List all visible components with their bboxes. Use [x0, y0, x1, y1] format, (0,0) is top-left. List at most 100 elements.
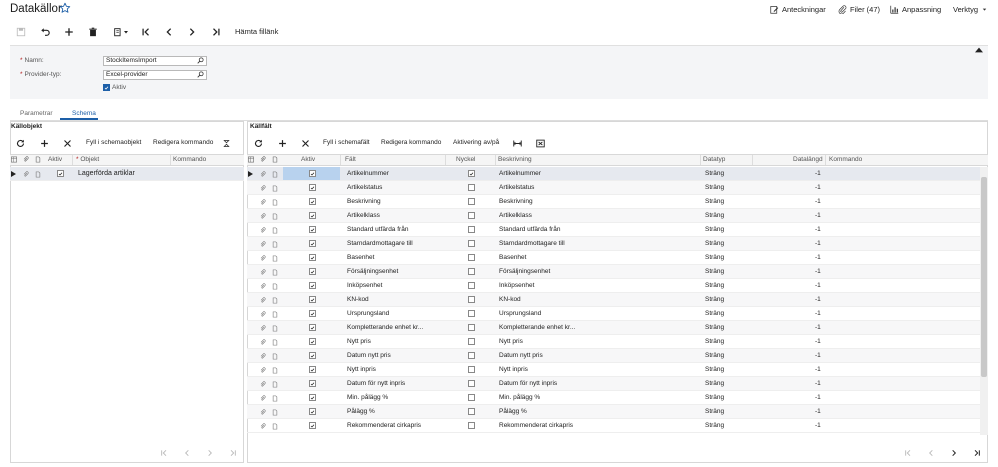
- notes-link[interactable]: Anteckningar: [770, 5, 826, 14]
- last-record-button[interactable]: [206, 24, 226, 40]
- row-key-checkbox[interactable]: [468, 380, 475, 387]
- row-active-checkbox[interactable]: [309, 170, 316, 177]
- note-icon[interactable]: [272, 283, 278, 290]
- fit-columns-button[interactable]: [512, 138, 522, 148]
- table-row[interactable]: Min. pålägg % Min. pålägg % Sträng -1: [247, 391, 980, 405]
- row-datatype[interactable]: Sträng: [705, 408, 724, 415]
- search-icon[interactable]: [197, 71, 204, 78]
- col-command[interactable]: Kommando: [829, 156, 862, 163]
- row-description[interactable]: Nytt pris: [499, 338, 523, 345]
- row-description[interactable]: Standard utfärda från: [499, 226, 560, 233]
- row-description[interactable]: Min. pålägg %: [499, 394, 540, 401]
- attachment-icon[interactable]: [260, 269, 266, 276]
- row-length[interactable]: -1: [815, 352, 821, 359]
- row-field[interactable]: Pålägg %: [347, 408, 375, 415]
- row-field[interactable]: Starndardmottagare till: [347, 240, 413, 247]
- row-datatype[interactable]: Sträng: [705, 170, 724, 177]
- row-active-checkbox[interactable]: [309, 408, 316, 415]
- first-record-button[interactable]: [136, 24, 156, 40]
- attachment-icon[interactable]: [260, 241, 266, 248]
- row-key-checkbox[interactable]: [468, 296, 475, 303]
- tab-schema[interactable]: Schema: [72, 110, 96, 117]
- row-field[interactable]: Standard utfärda från: [347, 226, 408, 233]
- row-key-checkbox[interactable]: [468, 198, 475, 205]
- toggle-activation-button[interactable]: Aktivering av/på: [453, 139, 499, 146]
- note-icon[interactable]: [272, 241, 278, 248]
- row-key-checkbox[interactable]: [468, 338, 475, 345]
- fetch-file-link-button[interactable]: Hämta fillänk: [235, 27, 278, 36]
- table-row[interactable]: Inköpsenhet Inköpsenhet Sträng -1: [247, 279, 980, 293]
- row-length[interactable]: -1: [815, 282, 821, 289]
- row-object[interactable]: Lagerförda artiklar: [78, 170, 135, 177]
- row-field[interactable]: Artikelnummer: [347, 170, 389, 177]
- row-key-checkbox[interactable]: [468, 240, 475, 247]
- last-page-button[interactable]: [227, 447, 239, 459]
- row-length[interactable]: -1: [815, 184, 821, 191]
- scrollbar-thumb[interactable]: [981, 177, 987, 377]
- note-icon[interactable]: [272, 171, 278, 178]
- delete-button[interactable]: [83, 24, 103, 40]
- row-description[interactable]: Kompletterande enhet kr...: [499, 324, 575, 331]
- row-field[interactable]: Ursprungsland: [347, 310, 389, 317]
- table-row[interactable]: Beskrivning Beskrivning Sträng -1: [247, 195, 980, 209]
- row-key-checkbox[interactable]: [468, 282, 475, 289]
- table-row[interactable]: Datum för nytt inpris Datum för nytt inpr…: [247, 377, 980, 391]
- attachment-icon[interactable]: [260, 199, 266, 206]
- row-active-checkbox[interactable]: [309, 310, 316, 317]
- row-datatype[interactable]: Sträng: [705, 310, 724, 317]
- undo-button[interactable]: [35, 24, 55, 40]
- table-row[interactable]: Artikelnummer Artikelnummer Sträng -1: [247, 167, 980, 181]
- row-description[interactable]: Rekommenderat cirkapris: [499, 422, 573, 429]
- row-active-checkbox[interactable]: [309, 380, 316, 387]
- row-datatype[interactable]: Sträng: [705, 184, 724, 191]
- row-description[interactable]: Basenhet: [499, 254, 526, 261]
- row-key-checkbox[interactable]: [468, 366, 475, 373]
- row-key-checkbox[interactable]: [468, 394, 475, 401]
- first-page-button[interactable]: [158, 447, 170, 459]
- collapse-icon[interactable]: [975, 47, 983, 53]
- table-row[interactable]: Nytt inpris Nytt inpris Sträng -1: [247, 363, 980, 377]
- row-key-checkbox[interactable]: [468, 254, 475, 261]
- row-key-checkbox[interactable]: [468, 324, 475, 331]
- row-description[interactable]: Ursprungsland: [499, 310, 541, 317]
- row-active-checkbox[interactable]: [309, 198, 316, 205]
- row-datatype[interactable]: Sträng: [705, 296, 724, 303]
- grid-settings-icon[interactable]: [11, 156, 17, 163]
- row-active-checkbox[interactable]: [309, 324, 316, 331]
- attachment-icon[interactable]: [260, 255, 266, 262]
- row-active-checkbox[interactable]: [309, 394, 316, 401]
- note-icon[interactable]: [272, 409, 278, 416]
- attachment-icon[interactable]: [260, 367, 266, 374]
- col-active[interactable]: Aktiv: [301, 156, 315, 163]
- next-record-button[interactable]: [182, 24, 202, 40]
- provider-type-input[interactable]: Excel-provider: [103, 70, 207, 80]
- row-field[interactable]: Nytt pris: [347, 338, 371, 345]
- row-datatype[interactable]: Sträng: [705, 380, 724, 387]
- attachment-icon[interactable]: [260, 297, 266, 304]
- col-key[interactable]: Nyckel: [456, 156, 476, 163]
- first-page-button[interactable]: [902, 447, 914, 459]
- row-description[interactable]: Nytt inpris: [499, 366, 528, 373]
- search-icon[interactable]: [197, 57, 204, 64]
- attachment-icon[interactable]: [260, 171, 266, 178]
- row-datatype[interactable]: Sträng: [705, 240, 724, 247]
- export-excel-button[interactable]: [535, 138, 545, 148]
- note-icon[interactable]: [272, 255, 278, 262]
- table-row[interactable]: Basenhet Basenhet Sträng -1: [247, 251, 980, 265]
- row-field[interactable]: Datum för nytt inpris: [347, 380, 405, 387]
- row-key-checkbox[interactable]: [468, 408, 475, 415]
- attachment-icon[interactable]: [260, 339, 266, 346]
- row-active-checkbox[interactable]: [309, 352, 316, 359]
- row-active-checkbox[interactable]: [309, 282, 316, 289]
- row-length[interactable]: -1: [815, 268, 821, 275]
- row-description[interactable]: Artikelnummer: [499, 170, 541, 177]
- col-command[interactable]: Kommando: [173, 156, 206, 163]
- note-icon[interactable]: [272, 199, 278, 206]
- row-length[interactable]: -1: [815, 324, 821, 331]
- row-active-checkbox[interactable]: [309, 212, 316, 219]
- row-field[interactable]: Min. pålägg %: [347, 394, 388, 401]
- note-icon[interactable]: [272, 367, 278, 374]
- row-key-checkbox[interactable]: [468, 212, 475, 219]
- row-datatype[interactable]: Sträng: [705, 212, 724, 219]
- attachment-icon[interactable]: [260, 395, 266, 402]
